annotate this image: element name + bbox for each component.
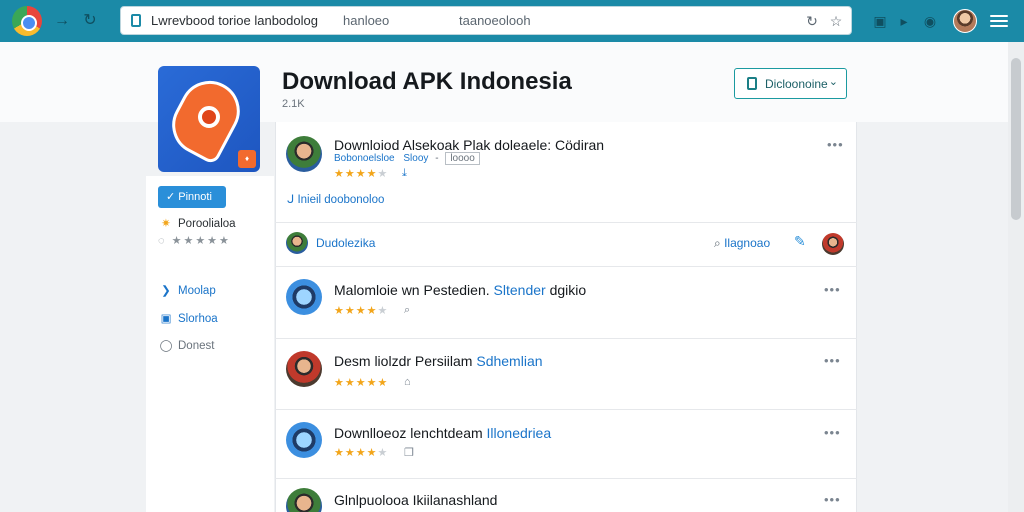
download-dropdown-button[interactable]: Dicloonoine ⌄ bbox=[734, 68, 847, 99]
extension-icon[interactable]: ▣ bbox=[870, 11, 890, 31]
sidebar-item-label: Slorhoa bbox=[178, 313, 218, 325]
refresh-icon[interactable]: ↻ bbox=[803, 12, 821, 30]
list-item-title-text: Desm liolzdr Persiilam bbox=[334, 353, 473, 369]
follow-button[interactable]: ✓ Pinnoti bbox=[158, 186, 226, 208]
post-meta: Bobonoelsloe Slooy - loooo bbox=[334, 152, 480, 165]
post-info-text: Inieil doobonoloo bbox=[297, 194, 385, 206]
dropdown-label: Dicloonoine bbox=[765, 77, 828, 91]
rating-stars: ★★★★★ bbox=[334, 305, 389, 317]
address-text: Lwrevbood torioe lanbodolog bbox=[151, 13, 318, 28]
twitter-icon: ❯ bbox=[161, 285, 171, 297]
info-icon: ᒍ bbox=[287, 194, 295, 206]
divider bbox=[275, 338, 857, 339]
post-info-link[interactable]: ᒍ Inieil doobonoloo bbox=[287, 192, 384, 206]
list-item-title[interactable]: Downlloeoz lenchtdeam Illonedriea bbox=[334, 425, 551, 441]
list-item-avatar[interactable] bbox=[286, 279, 322, 315]
address-bar[interactable]: Lwrevbood torioe lanbodolog hanloeo taan… bbox=[120, 6, 852, 35]
reload-icon[interactable]: ↻ bbox=[80, 10, 100, 32]
rating-stars: ★★★★★ bbox=[334, 168, 389, 180]
chrome-logo-icon[interactable] bbox=[12, 6, 42, 36]
list-item-title-end: dgikio bbox=[549, 282, 587, 298]
list-item-title-text: Malomloie wn Pestedien. bbox=[334, 282, 490, 298]
sidebar-item-moolap[interactable]: ❯ Moolap bbox=[158, 283, 216, 297]
list-item-title[interactable]: Malomloie wn Pestedien. Sltender dgikio bbox=[334, 282, 586, 298]
circle-icon: ◯ bbox=[159, 340, 173, 352]
divider bbox=[275, 409, 857, 410]
list-item-avatar[interactable] bbox=[286, 351, 322, 387]
sidebar-item-donest[interactable]: ◯ Donest bbox=[158, 338, 215, 352]
list-item-title-highlight: Sdhemlian bbox=[476, 353, 543, 369]
follower-count: 2.1K bbox=[282, 98, 305, 110]
share-icon[interactable]: ⌂ bbox=[404, 376, 411, 388]
list-item-title[interactable]: Glnlpuolooa Ikiilanashland bbox=[334, 492, 497, 508]
list-item-title-highlight: Sltender bbox=[493, 282, 546, 298]
rating-stars: ★★★★★ bbox=[334, 377, 389, 389]
menu-icon[interactable] bbox=[990, 12, 1008, 30]
sidebar-rating: ◌ ★★★★★ bbox=[158, 235, 231, 247]
lock-icon bbox=[747, 77, 757, 90]
list-item-title-text: Glnlpuolooa Ikiilanashland bbox=[334, 492, 498, 508]
search-icon: ⌕ bbox=[714, 236, 721, 250]
avatar[interactable] bbox=[286, 136, 322, 172]
arrow-icon[interactable]: ▸ bbox=[894, 11, 914, 31]
page-icon bbox=[131, 14, 141, 27]
bookmark-icon[interactable]: ☆ bbox=[827, 12, 845, 30]
highlight-label: Poroolialoa bbox=[178, 218, 236, 230]
search-label: Ilagnoao bbox=[724, 236, 771, 250]
app-logo-icon: ♦ bbox=[158, 66, 260, 172]
search-link[interactable]: ⌕ Ilagnoao bbox=[714, 236, 770, 251]
more-options-icon[interactable]: ••• bbox=[824, 353, 841, 368]
sidebar-item-slorhoa[interactable]: ▣ Slorhoa bbox=[158, 311, 218, 325]
profile-avatar[interactable] bbox=[953, 9, 977, 33]
more-options-icon[interactable]: ••• bbox=[827, 137, 844, 152]
list-item-title[interactable]: Desm liolzdr Persiilam Sdhemlian bbox=[334, 353, 543, 369]
post-meta-tag: loooo bbox=[445, 152, 480, 165]
user-avatar-right[interactable] bbox=[822, 233, 844, 255]
facebook-icon: ▣ bbox=[160, 313, 172, 325]
list-item-title-text: Downlloeoz lenchtdeam bbox=[334, 425, 483, 441]
user-name-link[interactable]: Dudolezika bbox=[316, 236, 375, 250]
divider bbox=[275, 478, 857, 479]
divider bbox=[275, 222, 857, 223]
list-item-title-highlight: Illonedriea bbox=[486, 425, 552, 441]
follow-button-label: Pinnoti bbox=[178, 191, 212, 203]
sidebar-item-label: Moolap bbox=[178, 285, 216, 297]
post-meta-link[interactable]: Bobonoelsloe bbox=[334, 153, 395, 164]
download-icon[interactable]: ⤓ bbox=[402, 167, 407, 180]
more-options-icon[interactable]: ••• bbox=[824, 282, 841, 297]
scrollbar-thumb[interactable] bbox=[1011, 58, 1021, 220]
chevron-down-icon: ⌄ bbox=[828, 76, 838, 88]
copy-icon[interactable]: ❐ bbox=[404, 446, 414, 459]
sidebar-item-label: Donest bbox=[178, 340, 215, 352]
highlight-item[interactable]: ✷ Poroolialoa bbox=[158, 216, 236, 230]
address-mid-text: hanloeo bbox=[343, 13, 390, 28]
user-avatar[interactable] bbox=[286, 232, 308, 254]
star-icon: ✷ bbox=[161, 218, 171, 230]
forward-arrow-icon[interactable]: → bbox=[52, 10, 72, 32]
more-options-icon[interactable]: ••• bbox=[824, 492, 841, 507]
divider bbox=[275, 266, 857, 267]
address-right-text: taanoeolooh bbox=[459, 13, 531, 28]
post-meta-mid[interactable]: Slooy bbox=[403, 153, 428, 164]
puzzle-icon[interactable]: ◉ bbox=[920, 11, 940, 31]
more-options-icon[interactable]: ••• bbox=[824, 425, 841, 440]
edit-icon[interactable]: ✎ bbox=[794, 233, 806, 250]
list-item-avatar[interactable] bbox=[286, 422, 322, 458]
search-icon[interactable]: ⌕ bbox=[404, 304, 410, 317]
rating-stars: ★★★★★ bbox=[334, 447, 389, 459]
post-title[interactable]: Downloiod Alsekoak Plak doleaele: Cödira… bbox=[334, 137, 604, 153]
page-title: Download APK Indonesia bbox=[282, 68, 572, 95]
